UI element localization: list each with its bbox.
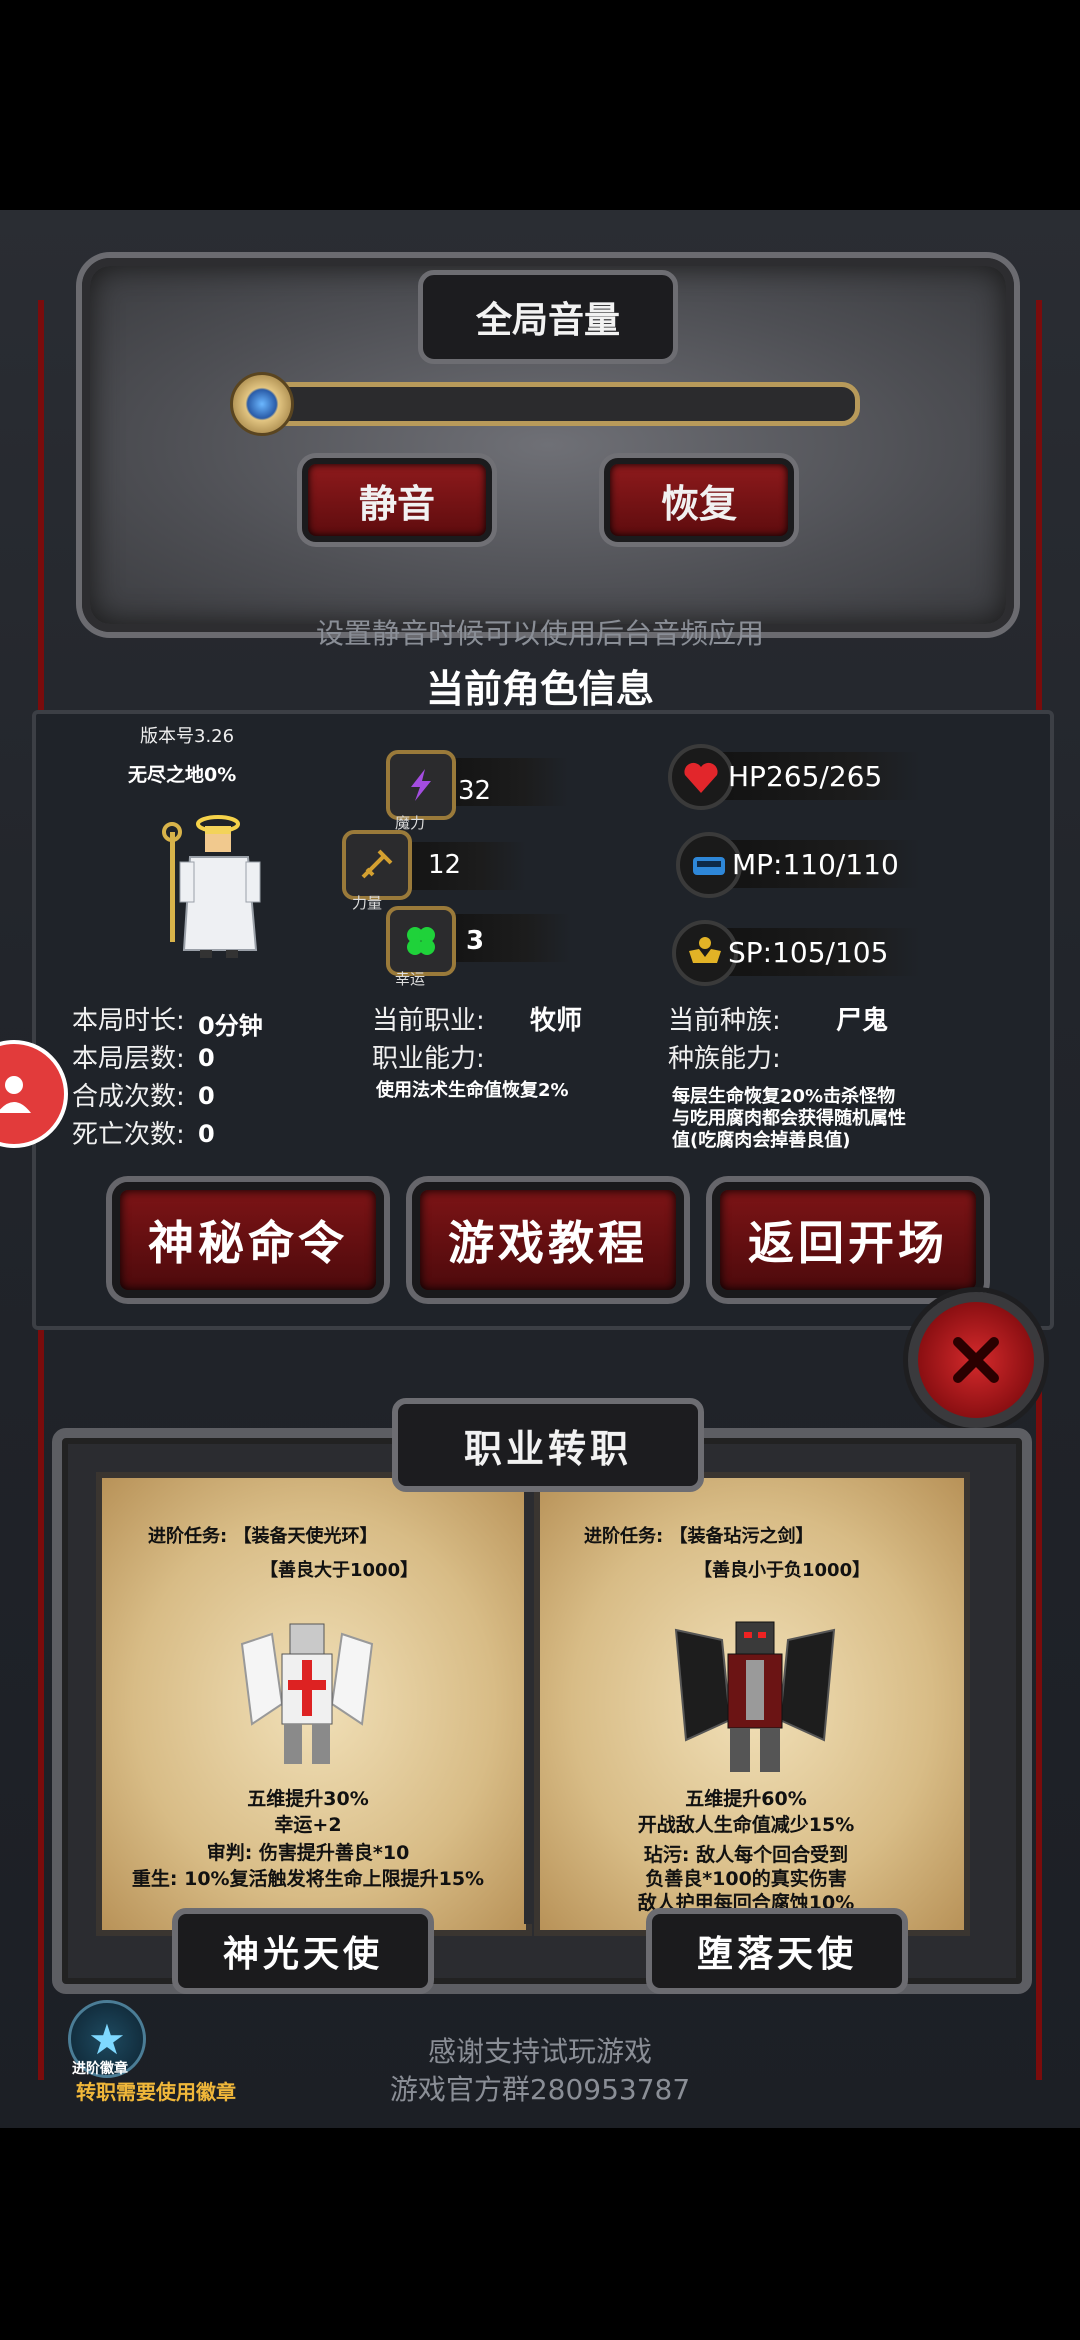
run-time-label: 本局时长: <box>72 1006 185 1036</box>
job-ability-desc: 使用法术生命值恢复2% <box>376 1080 569 1101</box>
restore-button[interactable]: 恢复 <box>604 458 794 542</box>
heart-icon <box>668 744 734 810</box>
craft-count-value: 0 <box>198 1082 215 1110</box>
endless-mode-progress: 无尽之地0% <box>128 764 237 786</box>
run-floor-label: 本局层数: <box>72 1044 185 1074</box>
fallen-bonus-1: 五维提升60% <box>685 1788 807 1810</box>
race-ability-desc-3: 值(吃腐肉会掉善良值) <box>672 1130 851 1151</box>
fallen-bonus-4: 负善良*100的真实伤害 <box>645 1868 847 1890</box>
holy-angel-sprite <box>240 1623 374 1764</box>
angel-bonus-3: 审判: 伤害提升善良*10 <box>206 1842 410 1864</box>
advance-badge-label: 进阶徽章 <box>72 2061 128 2077</box>
secret-command-button[interactable]: 神秘命令 <box>112 1182 384 1298</box>
job-label: 当前职业: <box>372 1006 485 1036</box>
run-floor-value: 0 <box>198 1044 215 1072</box>
race-ability-label: 种族能力: <box>668 1044 781 1074</box>
priest-character-sprite <box>162 815 261 958</box>
luck-value: 3 <box>466 926 485 956</box>
thanks-text: 感谢支持试玩游戏 <box>427 2035 652 2068</box>
mute-hint: 设置静音时候可以使用后台音频应用 <box>315 617 764 650</box>
holy-angel-button[interactable]: 神光天使 <box>172 1908 434 1994</box>
race-value: 尸鬼 <box>836 1006 889 1036</box>
fallen-bonus-3: 玷污: 敌人每个回合受到 <box>643 1844 849 1866</box>
clover-icon <box>386 906 456 976</box>
run-time-value: 0分钟 <box>198 1012 263 1040</box>
magic-icon <box>386 750 456 820</box>
strength-label: 力量 <box>352 894 383 912</box>
craft-count-label: 合成次数: <box>72 1082 185 1112</box>
badge-required-hint: 转职需要使用徽章 <box>76 2080 236 2104</box>
race-label: 当前种族: <box>668 1006 781 1036</box>
class-change-title: 职业转职 <box>392 1398 704 1492</box>
magic-value: 32 <box>458 776 492 806</box>
back-to-opening-button[interactable]: 返回开场 <box>712 1182 984 1298</box>
job-ability-label: 职业能力: <box>372 1044 485 1074</box>
fallen-angel-sprite <box>674 1621 836 1772</box>
angel-bonus-2: 幸运+2 <box>274 1814 342 1836</box>
angel-bonus-1: 五维提升30% <box>247 1788 369 1810</box>
race-ability-desc-1: 每层生命恢复20%击杀怪物 <box>672 1086 896 1107</box>
mute-button[interactable]: 静音 <box>302 458 492 542</box>
hp-value: HP265/265 <box>728 760 883 793</box>
mp-value: MP:110/110 <box>732 848 899 881</box>
luck-label: 幸运 <box>395 970 426 988</box>
death-count-value: 0 <box>198 1120 215 1148</box>
volume-slider-track[interactable] <box>270 382 860 426</box>
version-label: 版本号3.26 <box>140 726 235 747</box>
tutorial-button[interactable]: 游戏教程 <box>412 1182 684 1298</box>
fallen-bonus-2: 开战敌人生命值减少15% <box>637 1814 855 1836</box>
angel-quest-2: 【善良大于1000】 <box>260 1560 419 1581</box>
angel-quest-1: 进阶任务: 【装备天使光环】 <box>148 1526 378 1547</box>
fallen-angel-button[interactable]: 堕落天使 <box>646 1908 908 1994</box>
strength-icon <box>342 830 412 900</box>
sp-value: SP:105/105 <box>728 936 889 969</box>
volume-slider-knob[interactable] <box>230 372 294 436</box>
character-info-title: 当前角色信息 <box>425 667 654 711</box>
close-icon[interactable] <box>908 1292 1044 1428</box>
death-count-label: 死亡次数: <box>72 1120 185 1150</box>
job-value: 牧师 <box>530 1006 583 1036</box>
card-divider <box>524 1472 534 1924</box>
strength-value: 12 <box>428 850 462 880</box>
fallen-quest-2: 【善良小于负1000】 <box>694 1560 871 1581</box>
fallen-quest-1: 进阶任务: 【装备玷污之剑】 <box>584 1526 814 1547</box>
volume-title: 全局音量 <box>418 270 678 364</box>
race-ability-desc-2: 与吃用腐肉都会获得随机属性 <box>672 1108 906 1129</box>
angel-bonus-4: 重生: 10%复活触发将生命上限提升15% <box>131 1868 485 1890</box>
